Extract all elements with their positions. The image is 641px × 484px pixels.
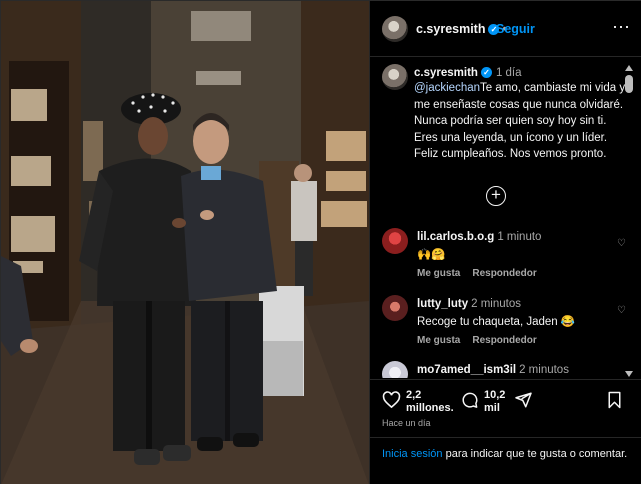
post-photo[interactable] xyxy=(1,1,369,484)
comments-scrollbar[interactable] xyxy=(622,63,636,379)
caption-text: @jackiechanTe amo, cambiaste mi vida y m… xyxy=(414,80,626,163)
load-more-comments-icon[interactable]: + xyxy=(486,186,506,206)
post-panel: c.syresmith ✓ • Seguir ⋯ c.syresmith ✓ 1 día… xyxy=(369,1,641,484)
commenter-avatar[interactable] xyxy=(382,295,408,321)
heart-icon[interactable] xyxy=(382,391,401,409)
caption-time: 1 día xyxy=(495,67,522,79)
comment-text: 🙌🤗 xyxy=(417,249,446,261)
photo-illustration xyxy=(1,1,369,484)
comment-item: lutty_luty 2 minutos Recoge tu chaqueta, … xyxy=(370,295,630,355)
share-icon[interactable] xyxy=(514,391,533,409)
login-link[interactable]: Inicia sesión xyxy=(382,448,443,460)
divider xyxy=(370,437,641,438)
post-modal: c.syresmith ✓ • Seguir ⋯ c.syresmith ✓ 1 día… xyxy=(0,0,641,484)
post-header: c.syresmith ✓ • Seguir ⋯ xyxy=(370,1,641,57)
commenter-username[interactable]: lil.carlos.b.o.g 1 minuto xyxy=(417,231,541,243)
scroll-down-arrow-icon[interactable] xyxy=(625,371,633,377)
comment-like-button[interactable]: Me gusta xyxy=(417,268,460,279)
commenter-username[interactable]: mo7amed__ism3il 2 minutos xyxy=(417,364,569,376)
mention-link[interactable]: @jackiechan xyxy=(414,82,480,94)
author-username-text[interactable]: c.syresmith xyxy=(416,22,485,36)
author-avatar[interactable] xyxy=(382,16,408,42)
comment-item: lil.carlos.b.o.g 1 minuto 🙌🤗 Me gusta Resp… xyxy=(370,228,630,288)
comments-list: c.syresmith ✓ 1 día @jackiechanTe amo, cam… xyxy=(370,58,641,378)
comment-actions: Me gusta Respondedor xyxy=(417,335,549,346)
caption-username-text[interactable]: c.syresmith xyxy=(414,67,478,79)
comment-time: 2 minutos xyxy=(519,364,569,376)
bookmark-icon[interactable] xyxy=(606,391,623,409)
comment-time: 1 minuto xyxy=(497,231,542,243)
caption-avatar[interactable] xyxy=(382,64,408,90)
login-prompt: Inicia sesión para indicar que te gusta … xyxy=(382,447,632,462)
comment-text: Recoge tu chaqueta, Jaden 😂 xyxy=(417,316,576,328)
more-options-icon[interactable]: ⋯ xyxy=(612,17,631,38)
post-time-ago: Hace un día xyxy=(382,418,431,428)
verified-icon: ✓ xyxy=(480,67,492,78)
comment-item: mo7amed__ism3il 2 minutos xyxy=(370,361,630,378)
commenter-avatar[interactable] xyxy=(382,361,408,378)
comment-reply-button[interactable]: Respondedor xyxy=(472,335,536,346)
follow-button[interactable]: Seguir xyxy=(496,22,535,36)
likes-count[interactable]: 2,2 millones. xyxy=(406,389,454,415)
caption-username[interactable]: c.syresmith ✓ 1 día xyxy=(414,67,522,79)
comments-count[interactable]: 10,2 mil xyxy=(484,389,514,415)
comment-actions: Me gusta Respondedor xyxy=(417,268,549,279)
comment-time: 2 minutos xyxy=(471,298,521,310)
comment-reply-button[interactable]: Respondedor xyxy=(472,268,536,279)
post-actions-bar: 2,2 millones. 10,2 mil Hace un día xyxy=(370,379,641,429)
comment-icon[interactable] xyxy=(460,391,479,409)
comment-like-button[interactable]: Me gusta xyxy=(417,335,460,346)
scrollbar-thumb[interactable] xyxy=(625,75,633,93)
commenter-username[interactable]: lutty_luty 2 minutos xyxy=(417,298,521,310)
scroll-up-arrow-icon[interactable] xyxy=(625,65,633,71)
login-prompt-text: para indicar que te gusta o comentar. xyxy=(442,448,628,460)
commenter-avatar[interactable] xyxy=(382,228,408,254)
